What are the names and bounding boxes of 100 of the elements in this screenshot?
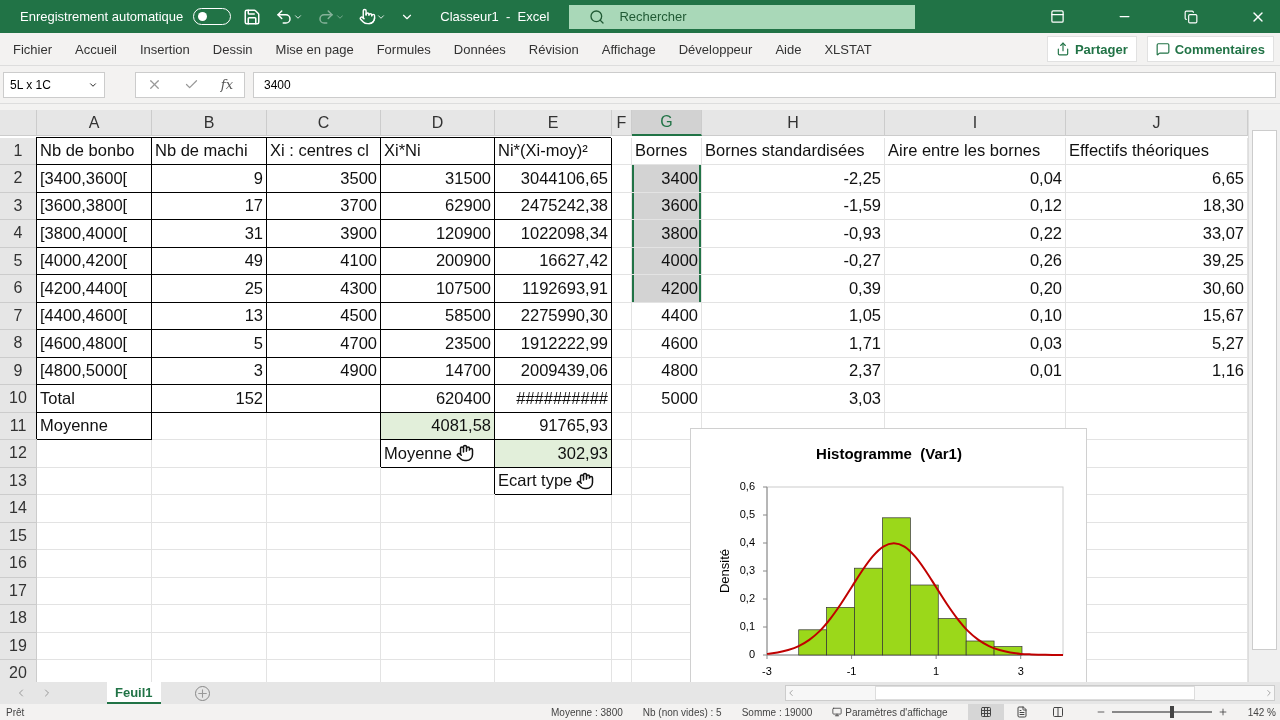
ribbon-tab[interactable]: Mise en page — [275, 41, 354, 57]
table-cell: 6,65 — [1066, 165, 1248, 193]
table-cell: 4500 — [267, 302, 381, 330]
ribbon-tab[interactable]: Formules — [376, 41, 431, 57]
ribbon-tab[interactable]: Fichier — [13, 41, 52, 57]
column-header[interactable]: J — [1066, 110, 1248, 136]
column-header[interactable]: E — [495, 110, 612, 136]
row-header[interactable]: 13 — [0, 467, 37, 495]
column-header[interactable]: G — [632, 110, 702, 136]
zoom-in-icon[interactable] — [1217, 707, 1228, 717]
table-cell: 3900 — [267, 220, 381, 248]
table-cell: 3 — [152, 357, 267, 385]
row-header[interactable]: 6 — [0, 275, 37, 303]
table-cell — [612, 385, 632, 413]
formula-input[interactable]: 3400 — [253, 71, 1276, 98]
zoom-readout: 142 % — [1247, 706, 1277, 718]
table-cell: 1,16 — [1066, 357, 1248, 385]
autosave-label: Enregistrement automatique — [20, 9, 184, 24]
ribbon-tab[interactable]: XLSTAT — [824, 41, 872, 57]
row-header[interactable]: 8 — [0, 330, 37, 358]
table-cell: 4700 — [267, 330, 381, 358]
vertical-scrollbar[interactable] — [1248, 110, 1280, 682]
column-header[interactable]: I — [885, 110, 1066, 136]
table-cell — [612, 605, 632, 633]
view-button[interactable] — [967, 704, 1004, 720]
table-cell: 0,20 — [885, 275, 1066, 303]
table-cell — [612, 577, 632, 605]
table-cell: 3400 — [632, 165, 702, 193]
table-cell: -2,25 — [702, 165, 885, 193]
ribbon-tab[interactable]: Accueil — [75, 41, 117, 57]
table-cell: -0,93 — [702, 220, 885, 248]
ribbon-tab[interactable]: Dessin — [212, 41, 253, 57]
table-cell: 0,39 — [702, 275, 885, 303]
table-cell — [612, 137, 632, 165]
table-cell: 4000 — [632, 247, 702, 275]
table-cell: 120900 — [381, 220, 495, 248]
row-header[interactable]: 20 — [0, 660, 37, 682]
column-header[interactable]: B — [152, 110, 267, 136]
y-tick-label: 0,3 — [739, 563, 755, 576]
table-cell: Bornes — [632, 137, 702, 165]
column-header[interactable]: C — [267, 110, 381, 136]
columns-icon — [1051, 706, 1064, 718]
ribbon-tab[interactable]: Insertion — [139, 41, 190, 57]
table-cell: 2,37 — [702, 357, 885, 385]
search-icon — [589, 8, 606, 25]
ribbon-tab[interactable]: Données — [453, 41, 506, 57]
restore-icon[interactable] — [1182, 8, 1200, 25]
column-header[interactable]: F — [612, 110, 632, 136]
table-cell — [612, 412, 632, 440]
table-cell — [612, 247, 632, 275]
row-header[interactable]: 14 — [0, 495, 37, 523]
zoom-thumb[interactable] — [1169, 706, 1174, 718]
ribbon-tab[interactable]: Développeur — [678, 41, 753, 57]
row-header[interactable]: 16 — [0, 550, 37, 578]
comments-button[interactable]: Commentaires — [1146, 36, 1274, 62]
row-header[interactable]: 4 — [0, 220, 37, 248]
sheet-tab[interactable]: Feuil1 — [107, 682, 161, 704]
ribbon-tab[interactable]: Affichage — [601, 41, 656, 57]
column-header[interactable]: D — [381, 110, 495, 136]
table-cell: [4200,4400[ — [37, 275, 152, 303]
share-button[interactable]: Partager — [1046, 36, 1137, 62]
ribbon-tab[interactable]: Révision — [528, 41, 579, 57]
row-header[interactable]: 15 — [0, 522, 37, 550]
table-cell: 3044106,65 — [495, 165, 612, 193]
table-cell: 23500 — [381, 330, 495, 358]
search-field[interactable]: Rechercher — [569, 4, 916, 29]
table-cell: [3600,3800[ — [37, 192, 152, 220]
ribbon-display-icon[interactable] — [1048, 8, 1067, 25]
row-header[interactable]: 17 — [0, 577, 37, 605]
column-header[interactable]: A — [37, 110, 152, 136]
column-header[interactable]: H — [702, 110, 885, 136]
table-cell — [612, 632, 632, 660]
display-settings-button[interactable]: Paramètres d'affichage — [832, 706, 948, 718]
table-cell: [4000,4200[ — [37, 247, 152, 275]
table-cell: [4800,5000[ — [37, 357, 152, 385]
insert-function-button[interactable]: fx — [220, 77, 233, 92]
chart-title: Histogramme (Var1) — [816, 445, 962, 462]
table-cell: 15,67 — [1066, 302, 1248, 330]
table-cell: 2275990,30 — [495, 302, 612, 330]
table-cell: 0,10 — [885, 302, 1066, 330]
row-header[interactable]: 2 — [0, 165, 37, 193]
zoom-slider[interactable] — [1111, 706, 1212, 718]
table-cell — [612, 192, 632, 220]
table-cell: 4400 — [632, 302, 702, 330]
table-cell: Xi*Ni — [381, 137, 495, 165]
table-cell: -1,59 — [702, 192, 885, 220]
row-header[interactable]: 18 — [0, 605, 37, 633]
table-cell: 200900 — [381, 247, 495, 275]
row-header[interactable]: 19 — [0, 632, 37, 660]
name-box[interactable]: 5L x 1C — [3, 71, 105, 98]
status-text: Prêt — [6, 706, 25, 718]
window-title: Classeur1 - Excel — [440, 9, 550, 24]
table-cell: 3800 — [632, 220, 702, 248]
row-header[interactable]: 10 — [0, 385, 37, 413]
table-cell: 4800 — [632, 357, 702, 385]
row-header[interactable]: 1 — [0, 137, 37, 165]
table-cell — [612, 302, 632, 330]
table-cell: [3400,3600[ — [37, 165, 152, 193]
ribbon-tab[interactable]: Aide — [775, 41, 802, 57]
row-header[interactable]: 12 — [0, 440, 37, 468]
